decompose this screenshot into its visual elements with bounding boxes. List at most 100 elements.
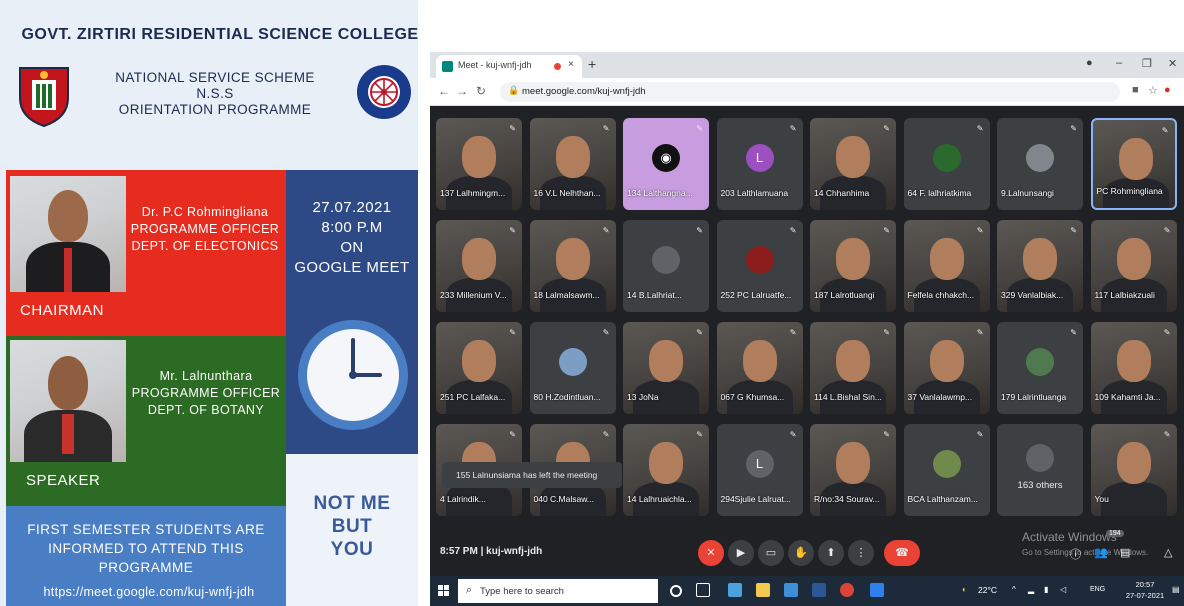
participant-tile[interactable]: ✎ 114 L.Bishal Sin... <box>810 322 896 414</box>
participant-name: 329 Vanlalbiak... <box>1001 290 1064 300</box>
mic-off-button[interactable]: ✕ <box>698 540 724 566</box>
meeting-details[interactable]: 8:57 PM | kuj-wnfj-jdh <box>440 546 542 557</box>
participant-tile[interactable]: ✎ 137 Lalhmingm... <box>436 118 522 210</box>
notifications-icon[interactable]: ▤ <box>1172 585 1180 594</box>
tab-title: Meet - kuj-wnfj-jdh <box>458 60 532 70</box>
participant-video-face <box>462 340 496 382</box>
participant-tile[interactable]: ✎ PC Rohmingliana <box>1090 118 1177 210</box>
search-placeholder: Type here to search <box>480 586 564 597</box>
end-call-button[interactable]: ☎ <box>884 540 920 566</box>
recording-dot-icon <box>554 63 561 70</box>
mic-muted-icon: ✎ <box>696 430 703 439</box>
participant-tile[interactable]: ✎ 14 B.Lalhriat... <box>623 220 709 312</box>
extension-icon[interactable]: ● <box>1164 84 1171 96</box>
back-icon[interactable]: ← <box>438 84 450 98</box>
participant-tile[interactable]: 163 others <box>997 424 1083 516</box>
raise-hand-button[interactable]: ✋ <box>788 540 814 566</box>
tab-meet[interactable]: Meet - kuj-wnfj-jdh × <box>436 55 582 78</box>
reload-icon[interactable]: ↻ <box>476 84 486 98</box>
participant-tile[interactable]: ✎ 14 Chhanhima <box>810 118 896 210</box>
language-indicator[interactable]: ENG <box>1090 586 1105 593</box>
bookmark-star-icon[interactable]: ☆ <box>1148 84 1158 97</box>
activities-icon[interactable]: △ <box>1164 546 1172 559</box>
volume-icon[interactable]: ◁ <box>1060 585 1066 594</box>
participant-tile[interactable]: L ✎ 294Sjulie Lalruat... <box>716 424 803 516</box>
participant-video-face <box>836 340 870 382</box>
participant-tile[interactable]: ✎ 117 Lalbiakzuali <box>1090 220 1177 312</box>
participant-tile[interactable]: ✎ 233 Millenium V... <box>436 220 522 312</box>
word-icon[interactable] <box>812 583 826 597</box>
participant-tile[interactable]: ✎ 9.Lalnunsangi <box>997 118 1083 210</box>
edge-icon[interactable] <box>728 583 742 597</box>
present-button[interactable]: ⬆ <box>818 540 844 566</box>
participant-tile[interactable]: ✎ 329 Vanlalbiak... <box>997 220 1083 312</box>
restore-icon[interactable]: ❐ <box>1142 57 1152 70</box>
participant-tile[interactable]: ✎ Felfela chhakch... <box>903 220 990 312</box>
participant-name: 067 G Khumsa... <box>720 392 785 402</box>
participant-tile[interactable]: ✎ 16 V.L Nelhthan... <box>529 118 616 210</box>
participant-name: 18 Lalmalsawm... <box>533 290 600 300</box>
participant-tile[interactable]: L ✎ 203 Lalthlamuana <box>716 118 803 210</box>
participant-tile[interactable]: ✎ 13 JoNa <box>623 322 709 414</box>
participant-tile[interactable]: ✎ 179 Lalrintluanga <box>997 322 1083 414</box>
mic-muted-icon: ✎ <box>883 328 890 337</box>
participant-tile[interactable]: ✎ 18 Lalmalsawm... <box>529 220 616 312</box>
activate-windows-title: Activate Windows <box>1022 530 1117 544</box>
tab-close-button[interactable]: × <box>568 59 574 70</box>
captions-button[interactable]: ▭ <box>758 540 784 566</box>
people-icon[interactable]: 👥 <box>1094 546 1108 559</box>
camera-permission-icon[interactable]: ■ <box>1132 84 1139 96</box>
participant-tile[interactable]: ◉ ✎ 134 Lalthangna... <box>623 118 709 210</box>
more-options-button[interactable]: ⋮ <box>848 540 874 566</box>
new-tab-button[interactable]: + <box>588 56 596 72</box>
windows-start-icon[interactable] <box>438 585 450 597</box>
participant-tile[interactable]: ✎ 251 PC Lalfaka... <box>436 322 522 414</box>
minimize-icon[interactable]: – <box>1116 57 1122 69</box>
camera-button[interactable]: ▶ <box>728 540 754 566</box>
participant-tile[interactable]: ✎ 187 Lalrotluangi <box>810 220 896 312</box>
forward-icon[interactable]: → <box>456 84 468 98</box>
file-explorer-icon[interactable] <box>756 583 770 597</box>
mic-muted-icon: ✎ <box>1070 124 1077 133</box>
event-platform: GOOGLE MEET <box>294 259 410 276</box>
network-icon[interactable]: ▂ <box>1028 585 1034 594</box>
participant-video-face <box>742 340 777 382</box>
meeting-time: 8:57 PM <box>440 546 478 557</box>
meet-link[interactable]: https://meet.google.com/kuj-wnfj-jdh <box>8 585 290 599</box>
participant-name: 179 Lalrintluanga <box>1001 392 1067 402</box>
mic-muted-icon: ✎ <box>976 124 984 133</box>
task-view-icon[interactable] <box>696 583 710 597</box>
close-window-icon[interactable]: ✕ <box>1168 57 1177 70</box>
participant-tile[interactable]: ✎ 14 Lalhruaichla... <box>623 424 709 516</box>
participant-avatar <box>932 144 961 172</box>
omnibox[interactable]: 🔒 meet.google.com/kuj-wnfj-jdh <box>500 82 1120 102</box>
participant-tile[interactable]: ✎ 252 PC Lalruatfe... <box>716 220 803 312</box>
participant-tile[interactable]: ✎ 067 G Khumsa... <box>716 322 803 414</box>
weather-icon[interactable]: ◐ <box>962 585 967 594</box>
participant-tile[interactable]: ✎ 109 Kahamti Ja... <box>1090 322 1177 414</box>
chrome-icon[interactable] <box>840 583 854 597</box>
participant-name: 252 PC Lalruatfe... <box>720 290 792 300</box>
participant-name: 14 Chhanhima <box>814 188 870 198</box>
participant-tile[interactable]: ✎ 64 F. lalhriatkima <box>903 118 990 210</box>
tray-chevron-icon[interactable]: ^ <box>1012 585 1016 594</box>
tray-clock[interactable]: 20:57 27-07-2021 <box>1122 579 1168 601</box>
chat-icon[interactable]: ▤ <box>1120 546 1130 559</box>
participant-video-face <box>836 238 870 280</box>
taskbar-search[interactable]: ⌕ Type here to search <box>458 579 658 603</box>
profile-icon[interactable]: ● <box>1086 57 1093 69</box>
info-icon[interactable]: ⓘ <box>1070 546 1081 562</box>
participant-name: 37 Vanlalawmp... <box>907 392 973 402</box>
participant-tile[interactable]: ✎ R/no:34 Sourav... <box>810 424 896 516</box>
participant-tile[interactable]: ✎ BCA Lalthanzam... <box>903 424 990 516</box>
cortana-icon[interactable] <box>670 585 682 597</box>
store-icon[interactable] <box>784 583 798 597</box>
mic-muted-icon: ✎ <box>1163 226 1171 235</box>
college-emblem-icon <box>19 67 69 128</box>
participant-tile[interactable]: ✎ You <box>1090 424 1177 516</box>
mic-muted-icon: ✎ <box>509 430 516 439</box>
battery-icon[interactable]: ▮ <box>1044 585 1048 594</box>
photos-icon[interactable] <box>870 583 884 597</box>
participant-tile[interactable]: ✎ 80 H.Zodintluan... <box>529 322 616 414</box>
participant-tile[interactable]: ✎ 37 Vanlalawmp... <box>903 322 990 414</box>
